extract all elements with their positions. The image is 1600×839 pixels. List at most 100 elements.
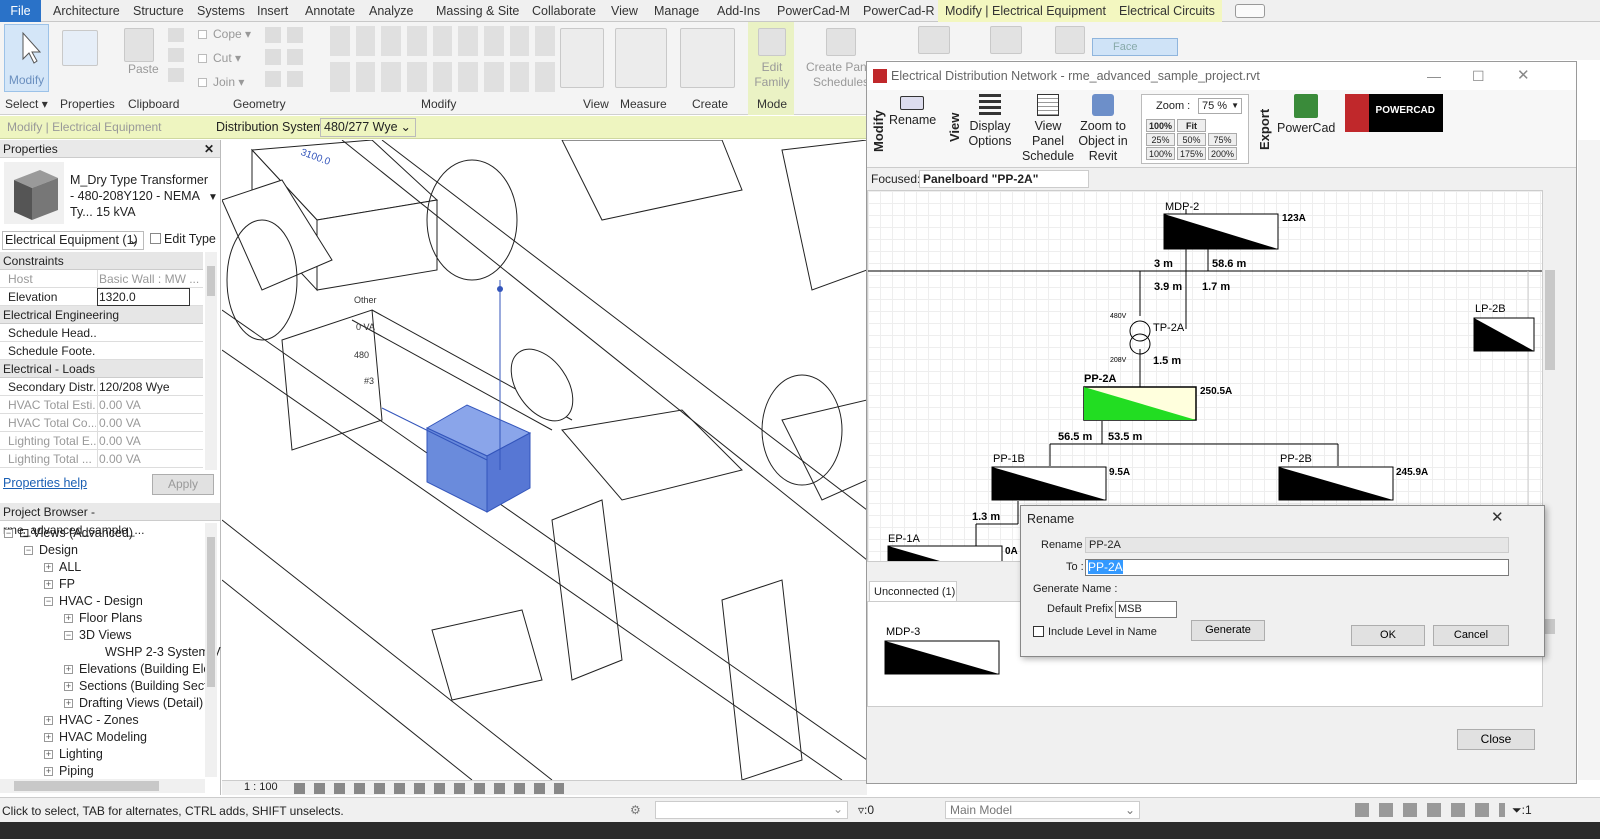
zoom-75-button[interactable]: 75% — [1208, 133, 1237, 146]
tab-systems[interactable]: Systems — [190, 0, 252, 22]
type-properties-icon[interactable] — [62, 30, 98, 66]
tree-node[interactable]: + Drafting Views (Detail) — [64, 695, 203, 712]
view-scale[interactable]: 1 : 100 — [244, 781, 278, 793]
property-row[interactable]: Lighting Total E... 0.00 VA — [0, 432, 203, 450]
type-selector[interactable]: M_Dry Type Transformer - 480-208Y120 - N… — [70, 172, 210, 220]
close-icon[interactable]: ✕ — [204, 140, 214, 158]
tab-analyze[interactable]: Analyze — [362, 0, 420, 22]
view-tools-icons[interactable] — [560, 28, 604, 88]
close-window-button[interactable]: ✕ — [1517, 62, 1530, 90]
select-group-label[interactable]: Select ▾ — [5, 97, 48, 111]
zoom-select[interactable]: 75 % ▼ — [1198, 98, 1242, 114]
tab-collaborate[interactable]: Collaborate — [525, 0, 603, 22]
zoom-200-button[interactable]: 200% — [1208, 147, 1237, 160]
worksets-icon[interactable]: ⚙ — [630, 803, 641, 817]
pp2b-panel[interactable] — [1278, 466, 1394, 501]
view-control-icons[interactable] — [294, 783, 564, 794]
workset-select[interactable]: ⌄ — [655, 801, 848, 819]
ep1a-panel[interactable] — [887, 545, 1003, 562]
electrical-loads-group[interactable]: Electrical - Loads — [0, 360, 203, 378]
tab-powercad-m[interactable]: PowerCad-M — [770, 0, 857, 22]
property-row[interactable]: Schedule Head... — [0, 324, 203, 342]
tree-node[interactable]: − ⊡ Views (Advanced) — [4, 525, 133, 542]
include-level-checkbox[interactable]: Include Level in Name — [1033, 626, 1157, 638]
tab-modify-electrical-equipment[interactable]: Modify | Electrical Equipment — [938, 0, 1113, 22]
tab-insert[interactable]: Insert — [250, 0, 295, 22]
tree-node[interactable]: + Piping — [44, 763, 94, 780]
cancel-button[interactable]: Cancel — [1433, 625, 1509, 646]
tab-electrical-circuits[interactable]: Electrical Circuits — [1112, 0, 1222, 22]
tree-node[interactable]: + Lighting — [44, 746, 103, 763]
mdp3-panel[interactable] — [884, 640, 1004, 680]
type-dropdown-icon[interactable]: ▼ — [208, 192, 218, 203]
zoom-fit-button[interactable]: Fit — [1177, 119, 1206, 132]
diagram-vscrollbar[interactable] — [1543, 190, 1557, 562]
element-filter-select[interactable]: Electrical Equipment (1) ⌄ — [2, 231, 144, 250]
cut-geometry-button[interactable]: Cut ▾ — [198, 51, 241, 65]
mdp2-panel[interactable] — [1163, 213, 1279, 250]
zoom-50-button[interactable]: 50% — [1177, 133, 1206, 146]
zoom-to-object-button[interactable]: Zoom to Object in Revit — [1077, 94, 1129, 164]
ribbon-toggle-button[interactable] — [1235, 4, 1265, 18]
tab-add-ins[interactable]: Add-Ins — [710, 0, 767, 22]
tab-annotate[interactable]: Annotate — [298, 0, 362, 22]
properties-scrollbar[interactable] — [205, 252, 217, 470]
elevation-input[interactable]: 1320.0 — [97, 288, 190, 306]
tab-structure[interactable]: Structure — [126, 0, 191, 22]
maximize-button[interactable]: ☐ — [1472, 62, 1485, 90]
browser-hscrollbar[interactable] — [0, 779, 205, 793]
tab-view[interactable]: View — [604, 0, 645, 22]
distribution-system-select[interactable]: 480/277 Wye ⌄ — [320, 118, 416, 137]
selected-transformer[interactable] — [425, 404, 532, 513]
property-row[interactable]: Secondary Distr... 120/208 Wye — [0, 378, 203, 396]
face-button[interactable]: Face — [1092, 38, 1178, 56]
tab-file[interactable]: File — [0, 0, 41, 22]
close-icon[interactable]: ✕ — [1491, 508, 1504, 526]
tab-manage[interactable]: Manage — [647, 0, 706, 22]
design-option-select[interactable]: Main Model ⌄ — [945, 801, 1140, 819]
cut-copy-icons[interactable] — [168, 28, 184, 88]
property-row[interactable]: Host Basic Wall : MW ... — [0, 270, 203, 288]
view-panel-schedule-button[interactable]: View Panel Schedule — [1019, 94, 1077, 164]
tab-unconnected[interactable]: Unconnected (1) — [869, 581, 957, 601]
pp1b-panel[interactable] — [991, 466, 1107, 501]
browser-vscrollbar[interactable] — [205, 523, 217, 777]
powercad-export-button[interactable]: PowerCad — [1277, 94, 1335, 136]
edit-type-button[interactable]: Edit Type — [150, 232, 216, 246]
create-tools-icons[interactable] — [680, 28, 735, 88]
ribbon-tool-icon[interactable] — [1055, 26, 1085, 54]
minimize-button[interactable]: — — [1427, 62, 1441, 90]
property-row[interactable]: Elevation 1320.0 — [0, 288, 203, 306]
cope-button[interactable]: Cope ▾ — [198, 27, 251, 41]
ok-button[interactable]: OK — [1351, 625, 1425, 646]
tree-node[interactable]: WSHP 2-3 System V — [105, 644, 221, 661]
ribbon-tool-icon[interactable] — [918, 26, 950, 54]
zoom-100b-button[interactable]: 100% — [1146, 147, 1175, 160]
tree-node[interactable]: + ALL — [44, 559, 81, 576]
tree-node[interactable]: + FP — [44, 576, 75, 593]
tree-node[interactable]: −3D Views — [64, 627, 132, 644]
constraints-group[interactable]: Constraints — [0, 252, 203, 270]
generate-button[interactable]: Generate — [1191, 620, 1265, 641]
display-options-button[interactable]: Display Options — [965, 94, 1015, 149]
tab-massing-site[interactable]: Massing & Site — [429, 0, 526, 22]
property-row[interactable]: HVAC Total Co... 0.00 VA — [0, 414, 203, 432]
measure-tools-icons[interactable] — [615, 28, 667, 88]
tree-node[interactable]: + Sections (Building Sect — [64, 678, 208, 695]
join-button[interactable]: Join ▾ — [198, 75, 244, 89]
properties-help-link[interactable]: Properties help — [3, 476, 87, 490]
property-row[interactable]: Schedule Foote... — [0, 342, 203, 360]
ribbon-tool-icon[interactable] — [990, 26, 1022, 54]
unconnected-vscrollbar[interactable] — [1543, 601, 1557, 707]
new-name-input[interactable]: PP-2A — [1085, 559, 1509, 576]
create-panel-schedules-icon[interactable] — [826, 28, 856, 56]
3d-viewport[interactable]: 3100.0 Other 0 VA 480 #3 — [222, 140, 867, 780]
property-row[interactable]: Lighting Total ... 0.00 VA — [0, 450, 203, 468]
tab-powercad-r[interactable]: PowerCad-R — [856, 0, 942, 22]
tree-node[interactable]: + HVAC Modeling — [44, 729, 147, 746]
selection-filter-icons[interactable] — [1355, 803, 1505, 817]
rename-button[interactable]: Rename — [889, 96, 936, 128]
tree-node[interactable]: + Elevations (Building Ele — [64, 661, 210, 678]
modify-button[interactable]: Modify — [4, 24, 49, 92]
zoom-175-button[interactable]: 175% — [1177, 147, 1206, 160]
